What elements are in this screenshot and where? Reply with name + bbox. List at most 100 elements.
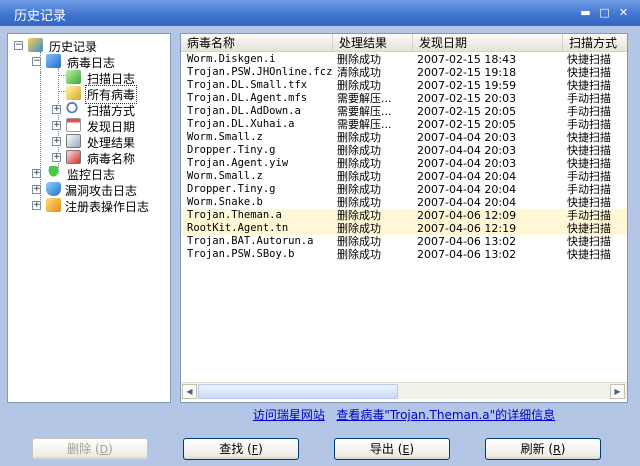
shortcut-key: E: [402, 443, 410, 456]
scroll-right-icon[interactable]: ▶: [610, 384, 625, 399]
tree-item-found-date[interactable]: + 发现日期: [50, 118, 160, 134]
tree-item-label: 扫描日志: [87, 72, 136, 86]
table-row[interactable]: Trojan.DL.Small.tfx 删除成功 2007-02-15 19:59 快…: [181, 79, 627, 92]
scrollbar-thumb[interactable]: [198, 384, 398, 399]
cell-date: 2007-02-15 18:43: [417, 53, 517, 66]
tree-item-label: 处理结果: [87, 136, 136, 150]
tree-item-process-result[interactable]: + 处理结果: [50, 134, 160, 150]
cell-date: 2007-04-04 20:04: [417, 170, 517, 183]
cell-result: 删除成功: [337, 196, 381, 209]
table-row[interactable]: RootKit.Agent.tn 删除成功 2007-04-06 12:19 快捷扫描: [181, 222, 627, 235]
cell-result: 删除成功: [337, 235, 381, 248]
table-row[interactable]: Worm.Snake.b 删除成功 2007-04-04 20:04 快捷扫描: [181, 196, 627, 209]
export-button[interactable]: 导出 (E): [334, 438, 450, 460]
cell-scan-method: 手动扫描: [567, 118, 611, 131]
expand-icon[interactable]: +: [52, 121, 61, 130]
expand-icon[interactable]: +: [52, 137, 61, 146]
find-button[interactable]: 查找 (F): [183, 438, 299, 460]
close-icon[interactable]: ✕: [618, 7, 629, 18]
tree-item-scan-log[interactable]: 扫描日志: [50, 70, 160, 86]
tree-item-monitor-log[interactable]: + 监控日志: [30, 166, 160, 182]
table-row[interactable]: Trojan.PSW.SBoy.b 删除成功 2007-04-06 13:02 快捷扫…: [181, 248, 627, 261]
cell-virus-name: Worm.Snake.b: [187, 196, 263, 208]
table-row[interactable]: Trojan.Theman.a 删除成功 2007-04-06 12:09 手动扫描: [181, 209, 627, 222]
virus-detail-link[interactable]: 查看病毒"Trojan.Theman.a"的详细信息: [336, 408, 555, 422]
scroll-left-icon[interactable]: ◀: [182, 384, 197, 399]
tree-item-registry-log[interactable]: + 注册表操作日志: [30, 198, 170, 214]
tree-item-history-root[interactable]: − 历史记录: [12, 38, 162, 54]
document-icon: [66, 70, 81, 84]
tree-item-scan-method[interactable]: + 扫描方式: [50, 102, 160, 118]
tree-item-virus-log[interactable]: − 病毒日志: [30, 54, 160, 70]
cell-result: 删除成功: [337, 170, 381, 183]
list-rows: Worm.Diskgen.i 删除成功 2007-02-15 18:43 快捷扫描 Tr…: [181, 53, 627, 261]
tree-item-label: 扫描方式: [87, 104, 136, 118]
collapse-icon[interactable]: −: [14, 41, 23, 50]
table-row[interactable]: Dropper.Tiny.g 删除成功 2007-04-04 20:03 快捷扫描: [181, 144, 627, 157]
cell-date: 2007-02-15 19:59: [417, 79, 517, 92]
shield-icon: [46, 182, 61, 196]
shortcut-key: R: [553, 443, 561, 456]
table-row[interactable]: Trojan.DL.Xuhai.a 需要解压... 2007-02-15 20:05…: [181, 118, 627, 131]
button-label: 刷新: [520, 442, 545, 456]
column-header-result[interactable]: 处理结果: [333, 34, 413, 52]
button-label: 删除: [67, 442, 92, 456]
expand-icon[interactable]: +: [32, 185, 41, 194]
result-icon: [66, 134, 81, 148]
table-row[interactable]: Trojan.PSW.JHOnline.fcz 清除成功 2007-02-15 19…: [181, 66, 627, 79]
table-row[interactable]: Trojan.Agent.yiw 删除成功 2007-04-04 20:03 快捷扫描: [181, 157, 627, 170]
table-row[interactable]: Worm.Small.z 删除成功 2007-04-04 20:04 手动扫描: [181, 170, 627, 183]
column-header-date[interactable]: 发现日期: [413, 34, 563, 52]
expand-icon[interactable]: +: [32, 201, 41, 210]
minimize-icon[interactable]: ▬: [580, 7, 591, 18]
expand-icon[interactable]: +: [52, 153, 61, 162]
expand-icon[interactable]: +: [32, 169, 41, 178]
tree-item-all-viruses[interactable]: 所有病毒: [50, 85, 160, 104]
cube-icon: [28, 38, 43, 52]
cell-virus-name: Trojan.PSW.JHOnline.fcz: [187, 66, 333, 78]
tree-item-virus-name[interactable]: + 病毒名称: [50, 150, 160, 166]
tree-item-label: 所有病毒: [84, 85, 138, 104]
column-header-virus-name[interactable]: 病毒名称: [181, 34, 333, 52]
tree-item-label: 注册表操作日志: [65, 200, 150, 214]
cell-virus-name: Trojan.DL.Agent.mfs: [187, 92, 308, 104]
maximize-icon[interactable]: □: [599, 7, 610, 18]
cell-result: 需要解压...: [337, 118, 392, 131]
cell-result: 删除成功: [337, 248, 381, 261]
title-bar[interactable]: 历史记录 ▬ □ ✕: [0, 0, 640, 26]
delete-button[interactable]: 删除 (D): [32, 438, 148, 460]
registry-icon: [46, 198, 61, 212]
window-client: − 历史记录 − 病毒日志 扫描日志 所有病毒 + 扫描方式 + 发现日期 + …: [0, 26, 640, 466]
cell-result: 需要解压...: [337, 105, 392, 118]
cell-scan-method: 快捷扫描: [567, 144, 611, 157]
table-row[interactable]: Trojan.DL.Agent.mfs 需要解压... 2007-02-15 20:…: [181, 92, 627, 105]
cell-date: 2007-04-04 20:03: [417, 157, 517, 170]
cell-scan-method: 快捷扫描: [567, 157, 611, 170]
tree-item-exploit-log[interactable]: + 漏洞攻击日志: [30, 182, 170, 198]
visit-site-link[interactable]: 访问瑞星网站: [253, 408, 325, 422]
cell-scan-method: 手动扫描: [567, 105, 611, 118]
cell-result: 删除成功: [337, 183, 381, 196]
all-viruses-icon: [66, 86, 81, 100]
horizontal-scrollbar[interactable]: ◀ ▶: [181, 382, 627, 399]
table-row[interactable]: Trojan.DL.AdDown.a 需要解压... 2007-02-15 20:0…: [181, 105, 627, 118]
virus-list[interactable]: 病毒名称 处理结果 发现日期 扫描方式 Worm.Diskgen.i 删除成功 20…: [180, 33, 628, 403]
cell-virus-name: Dropper.Tiny.g: [187, 144, 276, 156]
table-row[interactable]: Trojan.BAT.Autorun.a 删除成功 2007-04-06 13:02…: [181, 235, 627, 248]
table-row[interactable]: Dropper.Tiny.g 删除成功 2007-04-04 20:04 手动扫描: [181, 183, 627, 196]
tree-item-label: 发现日期: [87, 120, 136, 134]
cell-virus-name: Worm.Diskgen.i: [187, 53, 276, 65]
refresh-button[interactable]: 刷新 (R): [485, 438, 601, 460]
umbrella-icon: [46, 166, 61, 180]
shortcut-key: F: [251, 443, 259, 456]
column-header-scan-method[interactable]: 扫描方式: [563, 34, 627, 52]
cell-result: 需要解压...: [337, 92, 392, 105]
history-tree[interactable]: − 历史记录 − 病毒日志 扫描日志 所有病毒 + 扫描方式 + 发现日期 + …: [7, 33, 171, 403]
table-row[interactable]: Worm.Diskgen.i 删除成功 2007-02-15 18:43 快捷扫描: [181, 53, 627, 66]
tree-item-label: 历史记录: [49, 40, 98, 54]
collapse-icon[interactable]: −: [32, 57, 41, 66]
table-row[interactable]: Worm.Small.z 删除成功 2007-04-04 20:03 快捷扫描: [181, 131, 627, 144]
info-links: 访问瑞星网站 查看病毒"Trojan.Theman.a"的详细信息: [180, 406, 628, 422]
cell-scan-method: 手动扫描: [567, 183, 611, 196]
expand-icon[interactable]: +: [52, 105, 61, 114]
